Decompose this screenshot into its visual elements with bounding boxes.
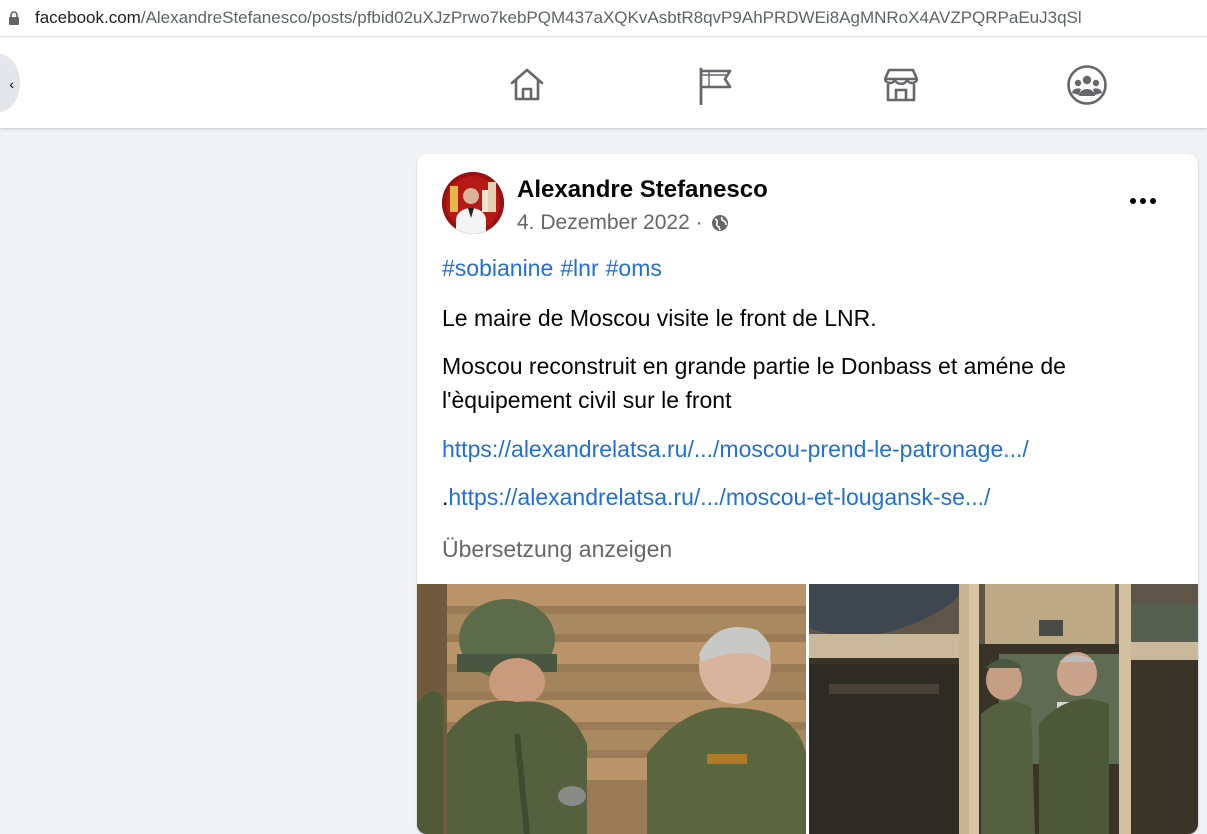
lock-icon bbox=[9, 11, 19, 25]
browser-address-bar[interactable]: facebook.com/AlexandreStefanesco/posts/p… bbox=[0, 0, 1207, 37]
post-link-2-line: .https://alexandrelatsa.ru/.../moscou-et… bbox=[442, 480, 1172, 514]
nav-home-button[interactable] bbox=[506, 64, 548, 106]
translate-button[interactable]: Übersetzung anzeigen bbox=[442, 532, 1172, 566]
facebook-header: ‹ bbox=[0, 38, 1207, 128]
photo-bunker-image bbox=[809, 584, 1198, 834]
post-author-name[interactable]: Alexandre Stefanesco bbox=[517, 176, 768, 204]
meta-separator: · bbox=[695, 211, 703, 234]
post-options-button[interactable] bbox=[1129, 190, 1161, 210]
post-photo-1[interactable] bbox=[417, 584, 806, 834]
url-host: facebook.com bbox=[35, 8, 141, 27]
marketplace-icon bbox=[883, 68, 919, 102]
post-text-paragraph: Moscou reconstruit en grande partie le D… bbox=[442, 353, 1066, 413]
post-card: Alexandre Stefanesco 4. Dezember 2022 · … bbox=[417, 154, 1198, 834]
address-url[interactable]: facebook.com/AlexandreStefanesco/posts/p… bbox=[35, 8, 1082, 28]
post-link-2[interactable]: https://alexandrelatsa.ru/.../moscou-et-… bbox=[448, 484, 990, 510]
hashtag-link[interactable]: #oms bbox=[606, 255, 662, 281]
author-avatar[interactable] bbox=[442, 172, 504, 234]
post-date[interactable]: 4. Dezember 2022 bbox=[517, 211, 690, 235]
hashtag-link[interactable]: #lnr bbox=[560, 255, 598, 281]
groups-icon bbox=[1067, 65, 1107, 105]
globe-icon bbox=[711, 215, 728, 231]
post-link-1[interactable]: https://alexandrelatsa.ru/.../moscou-pre… bbox=[442, 432, 1172, 466]
photo-soldiers-image bbox=[417, 584, 806, 834]
post-meta: 4. Dezember 2022 · bbox=[517, 211, 729, 235]
url-path: /AlexandreStefanesco/posts/pfbid02uXJzPr… bbox=[140, 8, 1082, 27]
nav-groups-button[interactable] bbox=[1066, 64, 1108, 106]
post-hashtags: #sobianine #lnr #oms bbox=[442, 251, 1172, 285]
home-icon bbox=[510, 68, 544, 101]
back-button[interactable]: ‹ bbox=[0, 54, 20, 112]
hashtag-link[interactable]: #sobianine bbox=[442, 255, 553, 281]
avatar-image bbox=[442, 172, 504, 234]
nav-pages-button[interactable] bbox=[694, 64, 736, 106]
pages-flag-icon bbox=[699, 67, 732, 105]
post-text-line: Le maire de Moscou visite le front de LN… bbox=[442, 305, 877, 331]
post-photo-2[interactable] bbox=[809, 584, 1198, 834]
back-arrow-icon: ‹ bbox=[9, 76, 14, 92]
nav-marketplace-button[interactable] bbox=[880, 64, 922, 106]
